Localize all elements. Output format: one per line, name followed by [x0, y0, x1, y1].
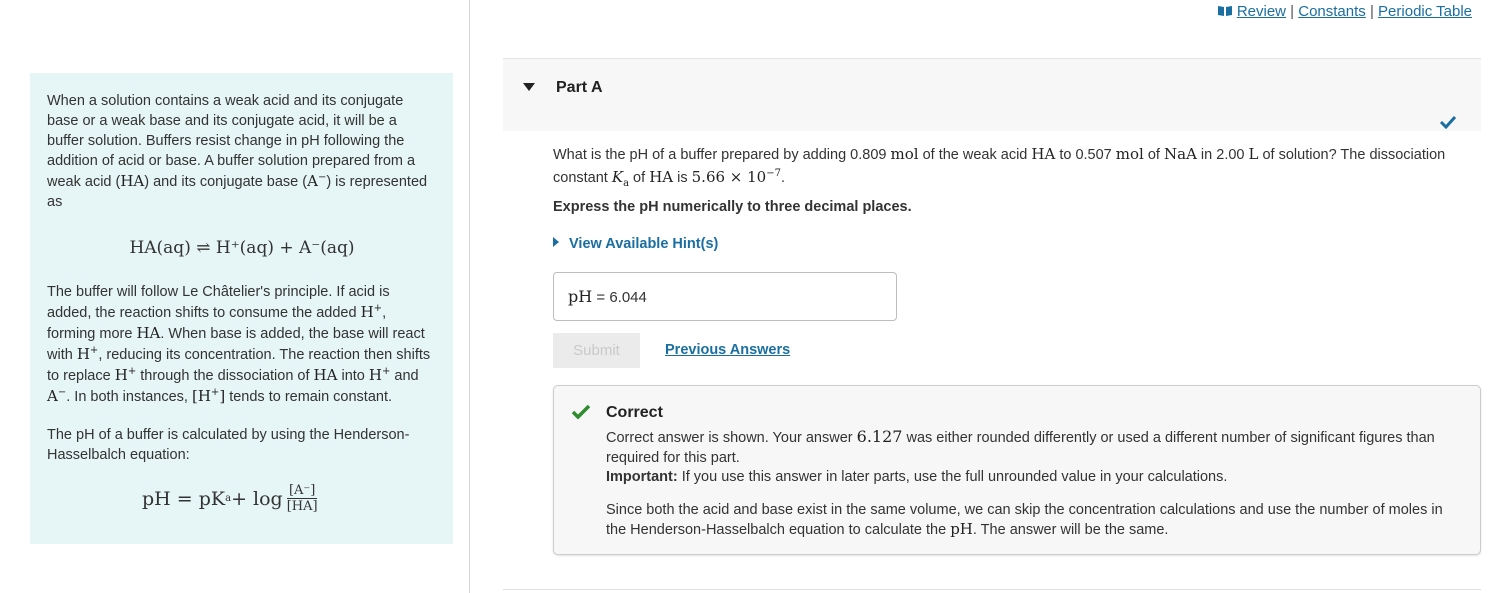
- henderson-hasselbalch-equation: pH = pK a + log [A⁻] [HA]: [142, 483, 318, 514]
- part-header[interactable]: Part A: [503, 58, 1481, 131]
- column-divider: [469, 0, 470, 593]
- submit-button[interactable]: Submit: [553, 333, 640, 368]
- resource-links: Review | Constants | Periodic Table: [1217, 3, 1472, 21]
- question-text: What is the pH of a buffer prepared by a…: [553, 145, 1446, 189]
- constants-link[interactable]: Constants: [1298, 3, 1366, 20]
- collapse-caret-icon[interactable]: [523, 83, 535, 91]
- part-title: Part A: [556, 79, 603, 96]
- periodic-table-link[interactable]: Periodic Table: [1378, 3, 1472, 20]
- correct-check-icon: [571, 404, 591, 425]
- link-separator: |: [1369, 3, 1374, 20]
- feedback-title: Correct: [606, 404, 663, 421]
- view-hints-toggle[interactable]: View Available Hint(s): [553, 236, 718, 252]
- book-icon: [1217, 4, 1233, 21]
- feedback-body: Correct answer is shown. Your answer 6.1…: [606, 427, 1443, 538]
- answer-label: pH: [568, 287, 593, 306]
- review-link[interactable]: Review: [1237, 3, 1286, 20]
- previous-answers-link[interactable]: Previous Answers: [665, 342, 790, 358]
- intro-paragraph-3: The pH of a buffer is calculated by usin…: [47, 427, 410, 463]
- section-divider: [503, 589, 1481, 590]
- intro-paragraph-1: When a solution contains a weak acid and…: [47, 93, 428, 210]
- link-separator: |: [1290, 3, 1295, 20]
- checkmark-icon: [1439, 115, 1457, 134]
- answer-value: 6.044: [609, 289, 647, 306]
- intro-paragraph-2: The buffer will follow Le Châtelier's pr…: [47, 284, 431, 405]
- intro-panel: When a solution contains a weak acid and…: [30, 73, 453, 544]
- instruction-text: Express the pH numerically to three deci…: [553, 199, 912, 215]
- equilibrium-equation: HA(aq) ⇌ H⁺(aq) + A⁻(aq): [129, 238, 355, 258]
- answer-input[interactable]: pH = 6.044: [553, 272, 897, 321]
- expand-triangle-icon: [553, 237, 559, 247]
- feedback-panel: Correct Correct answer is shown. Your an…: [553, 385, 1481, 555]
